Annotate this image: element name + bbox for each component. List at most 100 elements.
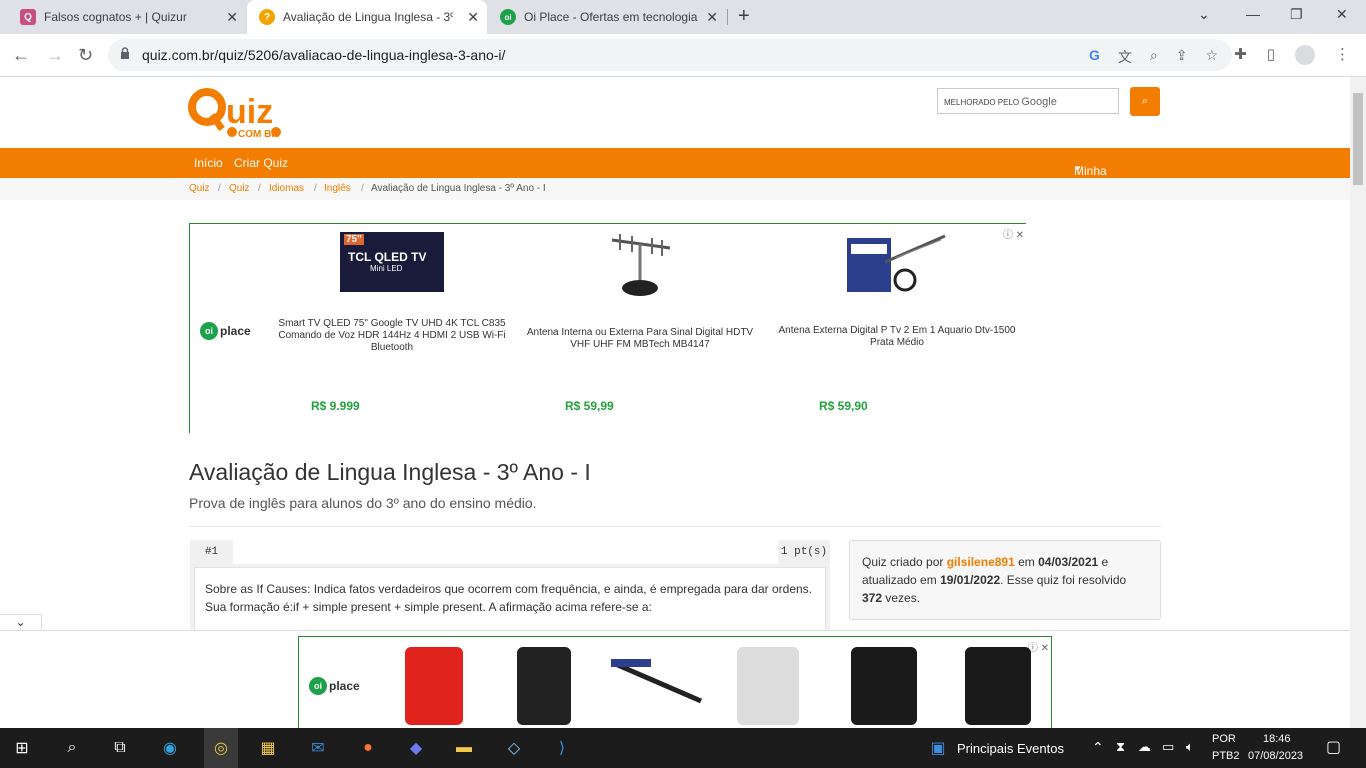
phone-image xyxy=(965,647,1031,725)
file-explorer-icon[interactable]: ▬ xyxy=(452,736,476,760)
updated-prefix: atualizado em xyxy=(862,573,937,587)
oi-logo-icon: oi xyxy=(309,677,327,695)
ad-banner-top[interactable]: ⓘ ✕ oi place 75" TCL QLED TV Mini LED Sma… xyxy=(189,223,1026,433)
phone-image xyxy=(737,647,799,725)
phone-image xyxy=(517,647,571,725)
share-icon[interactable]: ⇪ xyxy=(1176,47,1188,67)
forward-icon[interactable]: → xyxy=(46,45,64,66)
language-top[interactable]: POR xyxy=(1212,733,1236,745)
language-bottom[interactable]: PTB2 xyxy=(1212,750,1240,762)
close-tab-icon[interactable]: ✕ xyxy=(467,9,479,26)
extensions-icon[interactable]: ✚ xyxy=(1234,45,1247,65)
tab-title: Falsos cognatos + | Quizur xyxy=(44,10,187,24)
chevron-down-icon: ⌄ xyxy=(15,615,26,629)
close-tab-icon[interactable]: ✕ xyxy=(706,9,718,26)
question-points: 1 pt(s) xyxy=(778,540,830,564)
restore-icon[interactable]: ❐ xyxy=(1290,6,1303,23)
breadcrumb-link[interactable]: Idiomas xyxy=(269,183,304,194)
oiplace-brand: place xyxy=(329,679,360,693)
google-search-input[interactable]: MELHORADO PELO Google xyxy=(937,88,1119,114)
app-icon[interactable]: ◆ xyxy=(404,736,428,760)
google-brand-label: Google xyxy=(1021,96,1057,108)
chevron-down-icon[interactable]: ⌄ xyxy=(1198,6,1210,23)
nav-home-link[interactable]: Início xyxy=(194,156,223,170)
breadcrumb-separator: / xyxy=(258,183,261,194)
address-bar[interactable]: quiz.com.br/quiz/5206/avaliacao-de-lingu… xyxy=(108,39,1232,71)
phone-image xyxy=(851,647,917,725)
quiz-logo-icon: uiz COM BR xyxy=(188,88,281,140)
collapse-ad-button[interactable]: ⌄ xyxy=(0,614,42,630)
reload-icon[interactable]: ↻ xyxy=(78,45,93,66)
created-date: 04/03/2021 xyxy=(1038,555,1099,569)
oiplace-logo: oi place xyxy=(200,322,251,340)
tab-title: Oi Place - Ofertas em tecnologia xyxy=(524,10,698,24)
browser-toolbar-icons: ✚ ▯ ⋮ xyxy=(1234,45,1350,65)
vscode-icon[interactable]: ⟩ xyxy=(550,736,574,760)
close-tab-icon[interactable]: ✕ xyxy=(226,9,238,26)
page-scrollbar[interactable] xyxy=(1350,77,1366,728)
notifications-icon[interactable]: ▢ xyxy=(1326,737,1341,757)
solved-prefix: . Esse quiz foi resolvido xyxy=(1000,573,1127,587)
updated-date: 19/01/2022 xyxy=(940,573,1001,587)
store-icon[interactable]: ▦ xyxy=(256,736,280,760)
windows-start-icon[interactable]: ⊞ xyxy=(10,736,34,760)
ad-product-3[interactable]: Antena Externa Digital P Tv 2 Em 1 Aquar… xyxy=(777,232,1017,349)
close-window-icon[interactable]: ✕ xyxy=(1336,6,1348,23)
chevron-up-icon[interactable]: ⌃ xyxy=(1092,739,1104,756)
google-icon[interactable]: G xyxy=(1089,47,1100,67)
search-button[interactable]: ⌕ xyxy=(1130,87,1160,116)
volume-icon[interactable]: 🔈︎ xyxy=(1186,739,1194,755)
tab-quizur[interactable]: Q Falsos cognatos + | Quizur ✕ xyxy=(8,0,246,34)
new-tab-icon[interactable]: + xyxy=(738,5,750,28)
clock-time[interactable]: 18:46 xyxy=(1263,733,1291,745)
widget-label[interactable]: Principais Eventos xyxy=(957,741,1064,756)
app-icon[interactable]: ◇ xyxy=(502,736,526,760)
search-powered-label: MELHORADO PELO xyxy=(944,98,1020,107)
profile-avatar-icon[interactable] xyxy=(1295,45,1315,65)
edge-icon[interactable]: ◉ xyxy=(158,736,182,760)
zoom-icon[interactable]: ⌕ xyxy=(1150,47,1158,67)
quiz-logo[interactable]: uiz COM BR xyxy=(188,85,308,146)
breadcrumb-link[interactable]: Inglês xyxy=(324,183,351,194)
onedrive-icon[interactable]: ☁ xyxy=(1138,739,1151,755)
ad-product-1-price-wrap: R$ 9.999 xyxy=(272,224,512,414)
mail-icon[interactable]: ✉ xyxy=(306,736,330,760)
browser-tab-strip: Q Falsos cognatos + | Quizur ✕ ? Avaliaç… xyxy=(0,0,1366,34)
scrollbar-thumb[interactable] xyxy=(1353,93,1363,185)
solved-suffix: vezes. xyxy=(885,591,921,605)
nav-create-quiz-link[interactable]: Criar Quiz xyxy=(234,156,288,170)
ad-close-icon[interactable]: ⓘ ✕ xyxy=(1028,639,1049,654)
quizur-favicon-icon: Q xyxy=(20,9,36,25)
lock-icon xyxy=(121,47,129,59)
task-view-icon[interactable]: ⧉ xyxy=(108,736,132,760)
menu-kebab-icon[interactable]: ⋮ xyxy=(1335,45,1350,65)
url-text: quiz.com.br/quiz/5206/avaliacao-de-lingu… xyxy=(142,47,506,63)
side-panel-icon[interactable]: ▯ xyxy=(1267,45,1275,65)
clock-date[interactable]: 07/08/2023 xyxy=(1248,750,1303,762)
ad-product-2[interactable]: Antena Interna ou Externa Para Sinal Dig… xyxy=(520,230,760,351)
chrome-icon[interactable]: ◎ xyxy=(204,728,238,768)
phone-image xyxy=(405,647,463,725)
network-icon[interactable]: ▭ xyxy=(1162,739,1174,755)
question-card: Sobre as If Causes: Indica fatos verdade… xyxy=(190,564,830,630)
author-link[interactable]: gilsilene891 xyxy=(947,555,1015,569)
widgets-icon[interactable]: ▣ xyxy=(926,736,950,760)
web-page: uiz COM BR MELHORADO PELO Google ⌕ Iníci… xyxy=(0,77,1350,630)
page-title: Avaliação de Lingua Inglesa - 3º Ano - I xyxy=(189,459,591,485)
breadcrumb-current: Avaliação de Lingua Inglesa - 3º Ano - I xyxy=(371,183,546,194)
bookmark-star-icon[interactable]: ☆ xyxy=(1205,47,1218,67)
breadcrumb-link[interactable]: Quiz xyxy=(229,183,250,194)
address-toolbar: ← → ↻ quiz.com.br/quiz/5206/avaliacao-de… xyxy=(0,34,1366,77)
tab-oiplace[interactable]: oi Oi Place - Ofertas em tecnologia ✕ xyxy=(488,0,726,34)
firefox-icon[interactable]: ● xyxy=(356,736,380,760)
tray-icon[interactable]: ⧗ xyxy=(1116,739,1125,755)
breadcrumb-link[interactable]: Quiz xyxy=(189,183,210,194)
product-name: Antena Interna ou Externa Para Sinal Dig… xyxy=(526,327,754,350)
translate-icon[interactable]: 文 xyxy=(1118,47,1132,67)
tab-avaliacao[interactable]: ? Avaliação de Lingua Inglesa - 3º Ano -… xyxy=(247,0,487,34)
minimize-icon[interactable]: — xyxy=(1246,6,1260,22)
back-icon[interactable]: ← xyxy=(12,45,30,66)
search-icon[interactable]: ⌕ xyxy=(60,736,84,760)
ad-banner-bottom[interactable]: ⓘ ✕ oi place xyxy=(298,636,1052,729)
product-price: R$ 59,90 xyxy=(819,399,868,413)
